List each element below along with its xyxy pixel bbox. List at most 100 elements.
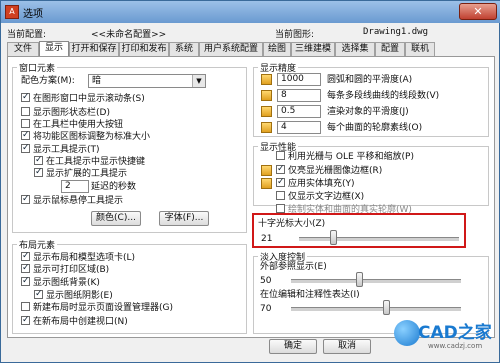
checkbox-text-frame[interactable]: 仅显示文字边框(X): [276, 191, 364, 203]
delay-seconds-input[interactable]: 2: [61, 180, 89, 193]
watermark-url: www.cadzj.com: [428, 342, 483, 350]
resolution-icon: [261, 74, 272, 85]
watermark-logo: CAD之家: [418, 323, 492, 343]
inplace-slider-track[interactable]: [291, 307, 461, 312]
checkbox-label: 利用光栅与 OLE 平移和缩放(P): [288, 152, 414, 162]
app-icon: A: [5, 5, 19, 19]
polyline-segments-input[interactable]: 8: [277, 89, 321, 102]
checkbox-icon[interactable]: [276, 151, 285, 160]
checkbox-icon[interactable]: [34, 166, 43, 178]
arc-smoothness-input[interactable]: 1000: [277, 73, 321, 86]
checkbox-status-bar[interactable]: 显示图形状态栏(D): [21, 107, 110, 119]
tab-3d-modeling[interactable]: 三维建模: [291, 42, 335, 56]
tab-selection[interactable]: 选择集: [335, 42, 375, 56]
color-scheme-select[interactable]: 暗 ▼: [88, 74, 206, 88]
fonts-button[interactable]: 字体(F)...: [159, 211, 209, 226]
cancel-button[interactable]: 取消: [323, 339, 371, 354]
performance-icon: [261, 165, 272, 176]
checkbox-page-setup-manager[interactable]: 新建布局时显示页面设置管理器(G): [21, 302, 173, 314]
current-drawing-value: Drawing1.dwg: [363, 27, 429, 37]
color-scheme-value: 暗: [92, 76, 102, 86]
arc-smoothness-label: 圆弧和圆的平滑度(A): [327, 75, 413, 85]
xref-slider-track[interactable]: [291, 279, 461, 284]
checkbox-icon[interactable]: [21, 129, 30, 141]
tab-user-preferences[interactable]: 用户系统配置: [199, 42, 263, 56]
checkbox-icon[interactable]: [21, 193, 30, 205]
checkbox-label: 应用实体填充(Y): [288, 179, 355, 189]
checkbox-icon[interactable]: [21, 119, 30, 128]
checkbox-label: 显示布局和模型选项卡(L): [33, 253, 136, 263]
tab-system[interactable]: 系统: [169, 42, 199, 56]
checkbox-layout-tabs[interactable]: 显示布局和模型选项卡(L): [21, 250, 136, 264]
xref-slider-thumb[interactable]: [356, 272, 363, 287]
checkbox-tooltips[interactable]: 显示工具提示(T): [21, 142, 100, 156]
xref-display-label: 外部参照显示(E): [260, 262, 327, 272]
checkbox-label: 显示可打印区域(B): [33, 265, 110, 275]
colors-button[interactable]: 颜色(C)...: [91, 211, 141, 226]
options-dialog: A 选项 ✕ 当前配置: <<未命名配置>> 当前图形: Drawing1.dw…: [0, 0, 500, 363]
checkbox-icon[interactable]: [34, 288, 43, 300]
checkbox-paper-background[interactable]: 显示图纸背景(K): [21, 275, 100, 289]
tab-open-save[interactable]: 打开和保存: [69, 42, 119, 56]
checkbox-ribbon-icons[interactable]: 将功能区图标调整为标准大小: [21, 129, 150, 143]
color-scheme-label: 配色方案(M):: [21, 76, 75, 86]
checkbox-icon[interactable]: [21, 275, 30, 287]
resolution-icon: [261, 90, 272, 101]
render-smoothness-input[interactable]: 0.5: [277, 105, 321, 118]
cad-logo-icon: [394, 320, 420, 346]
chevron-down-icon: ▼: [192, 75, 205, 87]
tab-online[interactable]: 联机: [405, 42, 435, 56]
tab-display[interactable]: 显示: [39, 41, 69, 57]
tab-plot-publish[interactable]: 打印和发布: [119, 42, 169, 56]
title-bar: A 选项 ✕: [1, 1, 500, 23]
checkbox-icon[interactable]: [21, 314, 30, 326]
xref-display-value: 50: [260, 276, 272, 286]
checkbox-icon[interactable]: [276, 191, 285, 200]
checkbox-scrollbars[interactable]: 在图形窗口中显示滚动条(S): [21, 91, 145, 105]
watermark: CAD之家 www.cadzj.com: [394, 316, 494, 356]
inplace-edit-value: 70: [260, 304, 272, 314]
checkbox-icon[interactable]: [21, 91, 30, 103]
inplace-slider-thumb[interactable]: [383, 300, 391, 315]
checkbox-label: 在新布局中创建视口(N): [33, 317, 128, 327]
checkbox-raster-ole[interactable]: 利用光栅与 OLE 平移和缩放(P): [276, 151, 414, 163]
current-drawing-label: 当前图形:: [275, 30, 315, 40]
checkbox-icon[interactable]: [21, 142, 30, 154]
checkbox-label: 显示图形状态栏(D): [33, 108, 110, 118]
checkbox-icon[interactable]: [21, 107, 30, 116]
checkbox-label: 显示图纸阴影(E): [46, 291, 113, 301]
checkbox-extended-tooltips[interactable]: 显示扩展的工具提示: [34, 166, 128, 180]
checkbox-large-buttons[interactable]: 在工具栏中使用大按钮: [21, 119, 123, 131]
checkbox-rollover-tooltips[interactable]: 显示鼠标悬停工具提示: [21, 193, 124, 207]
performance-icon: [261, 178, 272, 189]
checkbox-raster-frame[interactable]: 仅亮显光栅图像边框(R): [276, 163, 383, 177]
contour-lines-input[interactable]: 4: [277, 121, 321, 134]
checkbox-icon[interactable]: [276, 204, 285, 213]
checkbox-icon[interactable]: [21, 250, 30, 262]
checkbox-paper-shadow[interactable]: 显示图纸阴影(E): [34, 288, 113, 302]
checkbox-label: 显示图纸背景(K): [33, 278, 100, 288]
checkbox-icon[interactable]: [21, 262, 30, 274]
resolution-icon: [261, 106, 272, 117]
checkbox-label: 在工具栏中使用大按钮: [33, 120, 124, 130]
checkbox-create-viewport[interactable]: 在新布局中创建视口(N): [21, 314, 128, 328]
tab-profiles[interactable]: 配置: [375, 42, 405, 56]
checkbox-label: 显示扩展的工具提示: [46, 169, 128, 179]
tab-drafting[interactable]: 绘图: [263, 42, 291, 56]
checkbox-label: 在图形窗口中显示滚动条(S): [33, 94, 145, 104]
checkbox-shortcut-keys[interactable]: 在工具提示中显示快捷键: [34, 154, 145, 168]
checkbox-icon[interactable]: [276, 163, 285, 175]
checkbox-label: 新建布局时显示页面设置管理器(G): [33, 303, 173, 313]
checkbox-icon[interactable]: [276, 176, 285, 188]
resolution-icon: [261, 122, 272, 133]
checkbox-solid-fill[interactable]: 应用实体填充(Y): [276, 176, 355, 190]
close-button[interactable]: ✕: [459, 3, 497, 20]
checkbox-printable-area[interactable]: 显示可打印区域(B): [21, 262, 110, 276]
checkbox-icon[interactable]: [34, 154, 43, 166]
checkbox-icon[interactable]: [21, 302, 30, 311]
checkbox-label: 仅亮显光栅图像边框(R): [288, 166, 383, 176]
inplace-edit-label: 在位编辑和注释性表达(I): [260, 290, 360, 300]
ok-button[interactable]: 确定: [269, 339, 317, 354]
tab-files[interactable]: 文件: [7, 42, 39, 56]
checkbox-label: 显示鼠标悬停工具提示: [33, 196, 124, 206]
